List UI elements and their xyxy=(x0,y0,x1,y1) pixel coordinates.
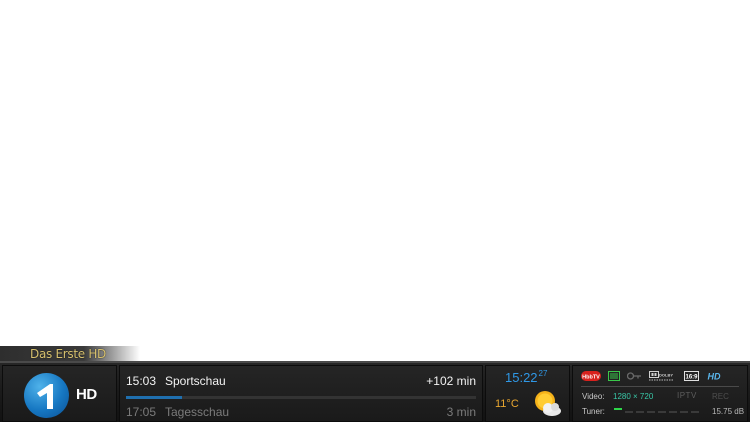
tuner-label: Tuner: xyxy=(582,407,605,416)
channel-logo-hd: HD xyxy=(76,386,97,403)
epg-now-time: 15:03 xyxy=(126,374,157,388)
tuner-signal-segment xyxy=(658,411,666,413)
sun-cloud-icon xyxy=(535,391,561,416)
crypt-key-icon xyxy=(627,372,641,380)
hd-badge: HD xyxy=(708,372,721,382)
tuner-signal-segment xyxy=(691,411,699,413)
tuner-signal-segment xyxy=(625,411,633,413)
dolby-text: DOLBY xyxy=(659,373,673,378)
channel-logo-panel: HD xyxy=(2,365,117,422)
hbbtv-text: HbbTV xyxy=(582,374,600,380)
epg-next-duration: 3 min xyxy=(446,405,476,419)
video-resolution: 1280 × 720 xyxy=(613,392,654,401)
aspect-16-9-icon: 16:9 xyxy=(684,371,699,381)
iptv-indicator: IPTV xyxy=(677,391,697,400)
epg-now-row: 15:03 Sportschau +102 min xyxy=(126,374,476,390)
epg-next-row: 17:05 Tagesschau 3 min xyxy=(126,405,476,421)
rec-indicator: REC xyxy=(712,392,729,401)
epg-next-title: Tagesschau xyxy=(165,405,230,419)
tuner-signal-segment xyxy=(614,408,622,410)
video-label: Video: xyxy=(582,392,605,401)
clock-time: 15:22 xyxy=(505,370,538,385)
tuner-signal-segment xyxy=(636,411,644,413)
aspect-text: 16:9 xyxy=(685,375,698,381)
subtitle-icon xyxy=(608,371,620,381)
clock-weather-panel: 15:2227 11°C xyxy=(485,365,570,422)
epg-next-time: 17:05 xyxy=(126,405,157,419)
dolby-digital-icon: DOLBY xyxy=(649,371,674,381)
channel-name-tab: Das Erste HD xyxy=(0,346,140,362)
service-info-panel: HbbTV DOLBY 16:9 HD Video: 1280 × 720 IP… xyxy=(572,365,748,422)
clock: 15:2227 xyxy=(505,369,548,385)
channel-name: Das Erste HD xyxy=(30,347,106,361)
hd-badge-text: HD xyxy=(708,372,721,382)
epg-now-title: Sportschau xyxy=(165,374,226,388)
tuner-signal-segment xyxy=(680,411,688,413)
epg-now-remaining: +102 min xyxy=(426,374,476,388)
info-divider xyxy=(581,386,739,387)
hbbtv-icon: HbbTV xyxy=(581,371,601,381)
tuner-signal-segment xyxy=(647,411,655,413)
clock-seconds: 27 xyxy=(538,369,548,378)
epg-progress-bar xyxy=(126,396,476,399)
temperature: 11°C xyxy=(495,398,519,410)
service-badges: HbbTV DOLBY 16:9 HD xyxy=(581,371,741,383)
signal-value: 15.75 dB xyxy=(712,407,745,416)
epg-progress-fill xyxy=(126,396,182,399)
epg-panel: 15:03 Sportschau +102 min 17:05 Tagessch… xyxy=(119,365,483,422)
tuner-signal-segment xyxy=(669,411,677,413)
channel-logo-icon xyxy=(24,373,69,418)
infobar: HD 15:03 Sportschau +102 min 17:05 Tages… xyxy=(0,361,750,422)
